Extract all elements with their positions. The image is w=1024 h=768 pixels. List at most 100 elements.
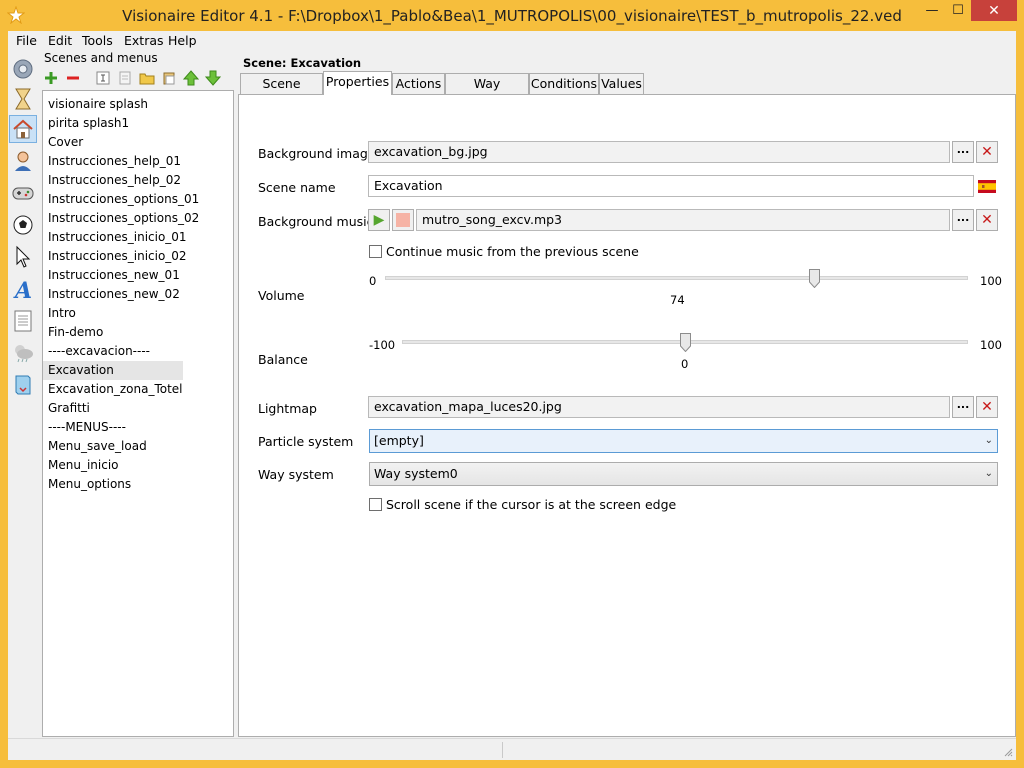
lightmap-field[interactable]: excavation_mapa_luces20.jpg xyxy=(368,396,950,418)
scene-group-separator[interactable]: ----MENUS---- xyxy=(43,418,183,437)
move-up-icon[interactable] xyxy=(182,69,200,87)
gamepad-icon[interactable] xyxy=(9,179,37,207)
way-system-dropdown[interactable]: Way system0 ⌄ xyxy=(369,462,998,486)
balance-value: 0 xyxy=(681,357,689,371)
scene-list-item[interactable]: Instrucciones_options_01 xyxy=(43,190,199,209)
spain-flag-icon xyxy=(978,179,996,193)
remove-icon[interactable] xyxy=(64,69,82,87)
scene-list-item[interactable]: Instrucciones_inicio_02 xyxy=(43,247,187,266)
paste-icon[interactable] xyxy=(160,69,178,87)
font-icon[interactable]: A xyxy=(9,275,37,303)
scene-list-item[interactable]: Menu_inicio xyxy=(43,456,183,475)
scene-list-item[interactable]: Cover xyxy=(43,133,183,152)
category-icon-bar: A xyxy=(8,53,38,733)
scene-list-item[interactable]: Fin-demo xyxy=(43,323,183,342)
language-flag-button[interactable] xyxy=(976,175,998,197)
scene-list-item[interactable]: Excavation_zona_Totel xyxy=(43,380,183,399)
tab-way-systems[interactable]: Way systems xyxy=(445,73,529,110)
close-button[interactable]: ✕ xyxy=(971,0,1017,21)
maximize-button[interactable]: ☐ xyxy=(945,0,971,21)
scene-list-item[interactable]: Instrucciones_inicio_01 xyxy=(43,228,187,247)
hourglass-icon[interactable] xyxy=(9,85,37,113)
add-icon[interactable] xyxy=(42,69,60,87)
title-bar[interactable]: Visionaire Editor 4.1 - F:\Dropbox\1_Pab… xyxy=(0,0,1024,31)
cursor-icon[interactable] xyxy=(9,243,37,271)
scene-list-item[interactable]: Instrucciones_help_01 xyxy=(43,152,183,171)
lightmap-browse-button[interactable]: ... xyxy=(952,396,974,418)
background-music-browse-button[interactable]: ... xyxy=(952,209,974,231)
home-icon[interactable] xyxy=(9,115,37,143)
stop-icon xyxy=(396,213,410,227)
stop-music-button[interactable] xyxy=(392,209,414,231)
resize-grip-icon[interactable] xyxy=(1003,747,1013,757)
clear-icon: ✕ xyxy=(981,212,993,228)
continue-music-row[interactable]: Continue music from the previous scene xyxy=(369,243,639,259)
scene-list-item[interactable]: Menu_options xyxy=(43,475,183,494)
menu-tools[interactable]: Tools xyxy=(82,33,113,48)
minimize-icon: — xyxy=(925,3,939,18)
background-image-label: Background image xyxy=(258,146,376,161)
lightmap-clear-button[interactable]: ✕ xyxy=(976,396,998,418)
copy-icon[interactable] xyxy=(116,69,134,87)
settings-icon[interactable] xyxy=(9,55,37,83)
continue-music-label: Continue music from the previous scene xyxy=(386,243,639,259)
scroll-scene-row[interactable]: Scroll scene if the cursor is at the scr… xyxy=(369,496,676,512)
maximize-icon: ☐ xyxy=(952,3,964,18)
scene-list-item[interactable]: visionaire splash xyxy=(43,95,183,114)
scene-header: Scene: Excavation xyxy=(243,56,362,70)
scene-group-separator[interactable]: ----excavacion---- xyxy=(43,342,183,361)
scene-list-item[interactable]: pirita splash1 xyxy=(43,114,183,133)
tab-conditions[interactable]: Conditions xyxy=(529,73,599,94)
scenes-list[interactable]: visionaire splash pirita splash1 Cover Inst… xyxy=(42,90,234,737)
tab-values[interactable]: Values xyxy=(599,73,644,94)
close-icon: ✕ xyxy=(988,2,1000,19)
character-icon[interactable] xyxy=(9,147,37,175)
volume-slider-track[interactable] xyxy=(385,276,968,280)
move-down-icon[interactable] xyxy=(204,69,222,87)
volume-slider-thumb[interactable] xyxy=(809,269,820,288)
scene-name-input[interactable]: Excavation xyxy=(368,175,974,197)
ball-icon[interactable] xyxy=(9,211,37,239)
scroll-scene-checkbox[interactable] xyxy=(369,497,382,511)
play-music-button[interactable]: ▶ xyxy=(368,209,390,231)
clear-icon: ✕ xyxy=(981,144,993,160)
status-separator xyxy=(502,742,503,758)
background-music-clear-button[interactable]: ✕ xyxy=(976,209,998,231)
balance-slider-thumb[interactable] xyxy=(680,333,691,352)
scene-list-item[interactable]: Excavation xyxy=(43,361,183,380)
particle-system-dropdown[interactable]: [empty] ⌄ xyxy=(369,429,998,453)
scroll-scene-label: Scroll scene if the cursor is at the scr… xyxy=(386,496,677,512)
menu-extras[interactable]: Extras xyxy=(124,33,164,48)
tab-properties[interactable]: Properties xyxy=(323,71,392,95)
lightmap-label: Lightmap xyxy=(258,401,317,416)
tab-actions[interactable]: Actions xyxy=(392,73,445,94)
scene-list-item[interactable]: Menu_save_load xyxy=(43,437,183,456)
scene-list-item[interactable]: Grafitti xyxy=(43,399,183,418)
scene-list-item[interactable]: Instrucciones_help_02 xyxy=(43,171,183,190)
menu-help[interactable]: Help xyxy=(168,33,197,48)
ellipsis-icon: ... xyxy=(956,398,970,411)
scene-list-item[interactable]: Instrucciones_new_02 xyxy=(43,285,183,304)
text-document-icon[interactable] xyxy=(9,307,37,335)
balance-max-label: 100 xyxy=(980,338,1002,352)
volume-min-label: 0 xyxy=(369,274,377,288)
background-music-field[interactable]: mutro_song_excv.mp3 xyxy=(416,209,950,231)
scene-list-item[interactable]: Instrucciones_new_01 xyxy=(43,266,183,285)
menu-file[interactable]: File xyxy=(16,33,37,48)
weather-icon[interactable] xyxy=(9,339,37,367)
tab-scene-objects[interactable]: Scene objects xyxy=(240,73,323,110)
background-image-clear-button[interactable]: ✕ xyxy=(976,141,998,163)
script-icon[interactable] xyxy=(9,371,37,399)
background-image-browse-button[interactable]: ... xyxy=(952,141,974,163)
rename-icon[interactable] xyxy=(94,69,112,87)
scene-list-item[interactable]: Instrucciones_options_02 xyxy=(43,209,199,228)
chevron-down-icon: ⌄ xyxy=(984,468,993,479)
client-area: File Edit Tools Extras Help A Scenes and… xyxy=(8,31,1016,760)
folder-icon[interactable] xyxy=(138,69,156,87)
menu-edit[interactable]: Edit xyxy=(48,33,72,48)
scene-list-item[interactable]: Intro xyxy=(43,304,183,323)
minimize-button[interactable]: — xyxy=(919,0,945,21)
window-title: Visionaire Editor 4.1 - F:\Dropbox\1_Pab… xyxy=(122,7,902,25)
background-image-field[interactable]: excavation_bg.jpg xyxy=(368,141,950,163)
continue-music-checkbox[interactable] xyxy=(369,244,382,258)
